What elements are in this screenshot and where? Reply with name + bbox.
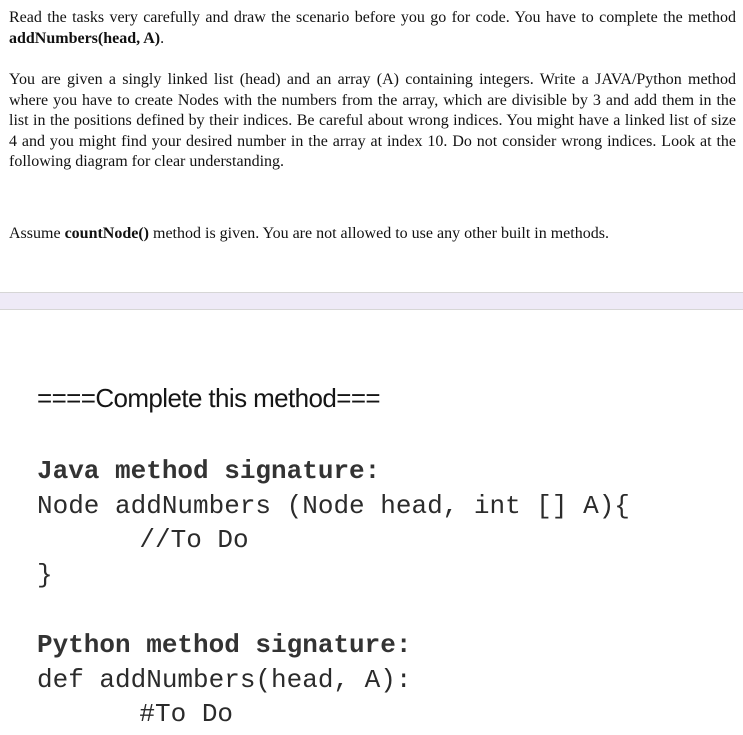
count-node-bold: countNode() <box>64 225 149 242</box>
intro-paragraph: Read the tasks very carefully and draw t… <box>9 8 736 49</box>
complete-method-heading: ====Complete this method=== <box>37 383 381 413</box>
assumption-text: Assume <box>9 225 65 242</box>
intro-text-end: . <box>160 29 165 47</box>
section-divider-band <box>0 292 743 310</box>
task-description: You are given a singly linked list (head… <box>9 71 736 170</box>
java-signature-label: Java method signature: <box>37 456 381 486</box>
python-signature-line: def addNumbers(head, A): <box>37 665 412 695</box>
java-todo-comment: //To Do <box>77 525 249 555</box>
java-closing-brace: } <box>37 560 53 590</box>
assumption-text-end: method is given. You are not allowed to … <box>149 225 609 242</box>
python-signature-label: Python method signature: <box>37 630 412 660</box>
assumption-paragraph: Assume countNode() method is given. You … <box>9 224 736 245</box>
java-signature-line: Node addNumbers (Node head, int [] A){ <box>37 491 630 521</box>
intro-text: Read the tasks very carefully and draw t… <box>9 9 736 26</box>
python-todo-comment: #To Do <box>77 699 234 729</box>
method-name-bold: addNumbers(head, A) <box>9 29 161 47</box>
